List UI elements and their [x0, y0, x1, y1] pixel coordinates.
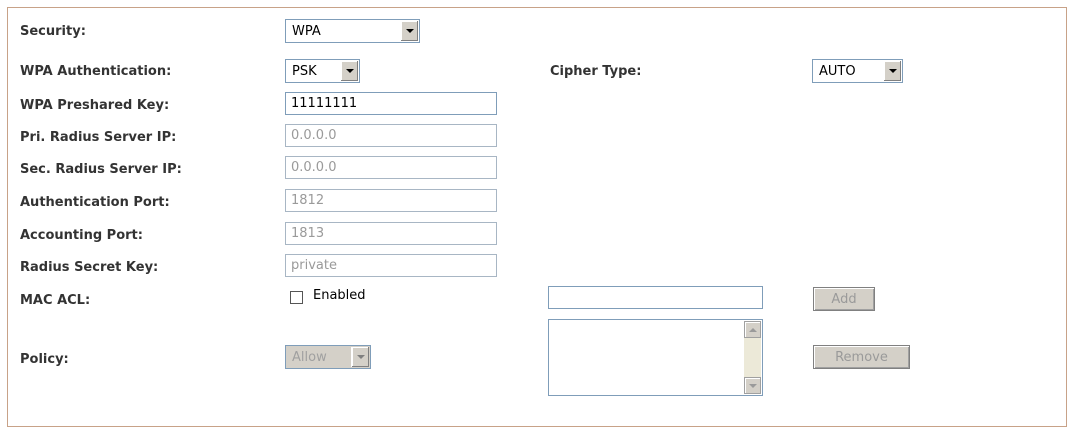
- wpa-authentication-value: PSK: [292, 63, 317, 79]
- policy-label: Policy:: [20, 352, 69, 367]
- authentication-port-input[interactable]: [285, 189, 497, 212]
- scroll-down-icon[interactable]: [744, 377, 761, 394]
- cipher-type-value: AUTO: [819, 63, 856, 79]
- security-select[interactable]: WPA: [285, 19, 420, 43]
- sec-radius-server-ip-input[interactable]: [285, 156, 497, 179]
- list-scrollbar[interactable]: [744, 321, 761, 394]
- pri-radius-server-ip-input[interactable]: [285, 124, 497, 147]
- wpa-preshared-key-label: WPA Preshared Key:: [20, 98, 170, 113]
- accounting-port-input[interactable]: [285, 222, 497, 245]
- chevron-down-icon: [340, 61, 358, 81]
- chevron-down-icon: [351, 347, 369, 367]
- scroll-up-icon[interactable]: [744, 321, 761, 338]
- wpa-authentication-label: WPA Authentication:: [20, 64, 172, 79]
- chevron-down-icon: [883, 61, 901, 81]
- security-label: Security:: [20, 24, 86, 39]
- mac-acl-enabled-label: Enabled: [313, 288, 366, 303]
- policy-select[interactable]: Allow: [285, 345, 371, 369]
- pri-radius-server-ip-label: Pri. Radius Server IP:: [20, 130, 177, 145]
- authentication-port-label: Authentication Port:: [20, 195, 170, 210]
- sec-radius-server-ip-label: Sec. Radius Server IP:: [20, 162, 182, 177]
- cipher-type-select[interactable]: AUTO: [812, 59, 903, 83]
- wpa-preshared-key-input[interactable]: [285, 92, 497, 115]
- security-value: WPA: [292, 23, 321, 39]
- cipher-type-label: Cipher Type:: [550, 64, 642, 79]
- policy-value: Allow: [292, 349, 327, 365]
- wpa-authentication-select[interactable]: PSK: [285, 59, 360, 83]
- add-button[interactable]: Add: [813, 287, 875, 311]
- mac-acl-label: MAC ACL:: [20, 293, 91, 308]
- radius-secret-key-input[interactable]: [285, 254, 497, 277]
- chevron-down-icon: [400, 21, 418, 41]
- radius-secret-key-label: Radius Secret Key:: [20, 260, 159, 275]
- mac-address-input[interactable]: [548, 286, 763, 309]
- mac-acl-list[interactable]: [548, 319, 763, 396]
- remove-button[interactable]: Remove: [813, 345, 910, 369]
- accounting-port-label: Accounting Port:: [20, 228, 143, 243]
- mac-acl-enabled-checkbox[interactable]: [290, 291, 303, 304]
